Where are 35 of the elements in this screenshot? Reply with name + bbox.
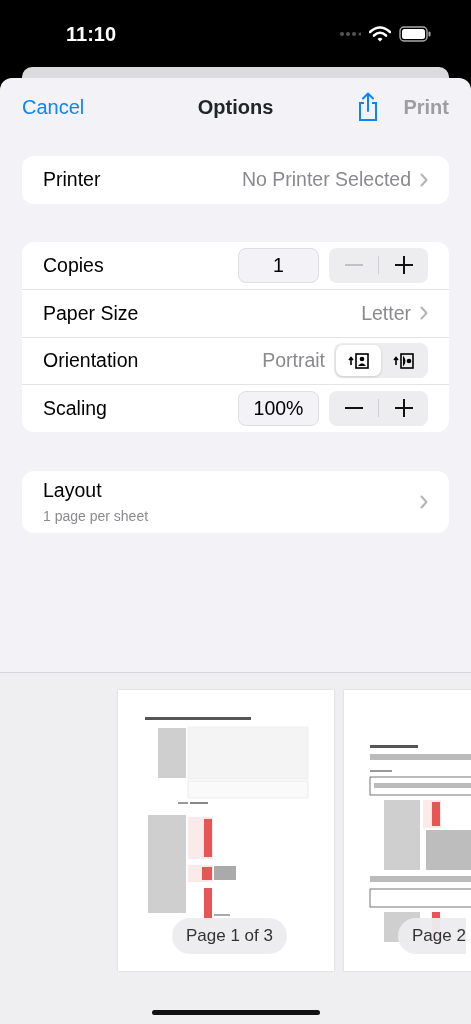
page-number-badge: Page 2 [398,918,466,954]
plus-icon [394,399,413,418]
portrait-icon [348,351,369,370]
row-label: Printer [43,167,101,193]
battery-icon [399,25,431,42]
landscape-icon [393,351,414,370]
row-value: Portrait [262,348,325,374]
minus-icon [344,264,363,267]
page-number-badge: Page 1 of 3 [172,918,287,954]
row-label: Layout [43,478,103,504]
plus-icon [394,256,413,275]
wifi-icon [369,25,391,42]
row-label: Orientation [43,348,139,374]
row-detail: 1 page per sheet [43,506,149,526]
share-icon[interactable] [357,92,380,122]
portrait-option[interactable] [336,345,381,377]
chevron-icon [420,494,428,509]
page-preview[interactable]: Page 2 [344,690,471,971]
chevron-icon [420,172,428,187]
signal-icon [339,30,361,37]
row-label: Paper Size [43,300,139,326]
page-preview[interactable]: Page 1 of 3 [118,690,334,971]
layout-row[interactable]: Layout 1 page per sheet [22,470,449,533]
row-label: Copies [43,252,104,278]
minus-icon [344,407,363,410]
clock-time: 11:10 [66,21,117,47]
paper-size-row[interactable]: Paper Size Letter [22,289,449,337]
value-field[interactable]: 1 [238,247,319,283]
row-value: Letter [361,300,411,326]
chevron-icon [420,306,428,321]
value-field[interactable]: 100% [238,390,319,426]
sheet-title: Options [197,96,274,118]
printer-value: No Printer Selected [241,167,411,193]
row-label: Scaling [43,395,107,421]
printer-row[interactable]: Printer No Printer Selected [22,156,449,204]
